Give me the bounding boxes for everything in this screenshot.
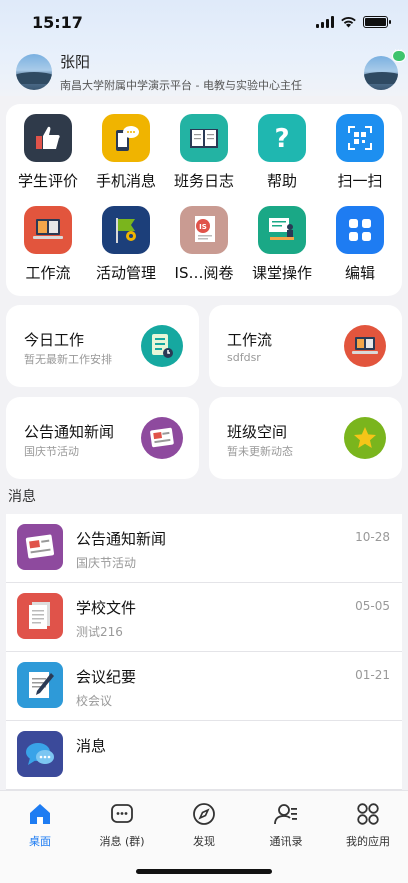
app-item[interactable]: 活动管理 [87, 206, 165, 290]
message-subtitle: 校会议 [76, 694, 113, 708]
tile-title: 今日工作 [24, 331, 85, 349]
app-item[interactable]: 课堂操作 [243, 206, 321, 290]
teacher-icon [258, 206, 306, 254]
star-icon [344, 417, 386, 459]
tile-workflow[interactable]: 工作流 sdfdsr [209, 305, 402, 387]
svg-text:?: ? [274, 124, 289, 153]
app-label: 手机消息 [95, 172, 156, 190]
home-indicator [136, 869, 272, 874]
message-subtitle: 国庆节活动 [76, 556, 137, 570]
tile-title: 工作流 [227, 331, 273, 349]
app-item[interactable]: 班务日志 [165, 114, 243, 198]
laptop-icon [24, 206, 72, 254]
qr-scan-icon [336, 114, 384, 162]
message-title: 消息 [76, 737, 107, 755]
app-item[interactable]: ? 帮助 [243, 114, 321, 198]
status-bar: 15:17 [0, 0, 408, 44]
message-title: 公告通知新闻 [76, 530, 167, 548]
apps-icon [357, 803, 379, 825]
app-grid-card: 学生评价 手机消息 班务日志? 帮助 扫一扫 工作流 活动管理 IS IS…阅卷 课堂操作 编辑 [6, 104, 402, 296]
app-label: 班务日志 [173, 172, 234, 190]
tile-subtitle: 暂无最新工作安排 [24, 353, 112, 366]
news-icon [17, 524, 63, 570]
cellular-signal-icon [316, 16, 334, 28]
app-item[interactable]: 编辑 [321, 206, 399, 290]
message-title: 学校文件 [76, 599, 137, 617]
laptop-icon [344, 325, 386, 367]
tile-subtitle: sdfdsr [227, 351, 261, 364]
chat-bubbles-icon [17, 731, 63, 777]
tab-desktop[interactable]: 桌面 [0, 801, 80, 849]
app-label: 学生评价 [17, 172, 78, 190]
tile-class-space[interactable]: 班级空间 暂未更新动态 [209, 397, 402, 479]
messages-section-label: 消息 [8, 489, 36, 505]
app-item[interactable]: 扫一扫 [321, 114, 399, 198]
app-label: 编辑 [344, 264, 375, 282]
message-subtitle: 测试216 [76, 625, 123, 639]
thumbs-up-icon [24, 114, 72, 162]
list-item[interactable]: 会议纪要 校会议 01-21 [6, 652, 402, 721]
app-label: 工作流 [25, 264, 71, 282]
news-icon [141, 417, 183, 459]
message-date: 10-28 [355, 530, 390, 544]
app-item[interactable]: 学生评价 [9, 114, 87, 198]
app-grid: 学生评价 手机消息 班务日志? 帮助 扫一扫 工作流 活动管理 IS IS…阅卷 课堂操作 编辑 [6, 114, 402, 290]
tab-label: 通讯录 [269, 835, 303, 848]
message-list: 公告通知新闻 国庆节活动 10-28 学校文件 测试216 05-05 会议纪要… [6, 514, 402, 790]
list-item[interactable]: 消息 [6, 721, 402, 790]
profile-header: 张阳 南昌大学附属中学演示平台 - 电教与实验中心主任 [0, 46, 408, 94]
battery-icon [363, 16, 391, 28]
avatar[interactable] [16, 54, 52, 90]
tile-today-work[interactable]: 今日工作 暂无最新工作安排 [6, 305, 199, 387]
question-icon: ? [258, 114, 306, 162]
status-icons [316, 16, 391, 28]
grid-edit-icon [336, 206, 384, 254]
home-icon [30, 804, 50, 824]
svg-text:IS: IS [199, 223, 207, 231]
compass-icon [193, 803, 215, 825]
tile-announcements[interactable]: 公告通知新闻 国庆节活动 [6, 397, 199, 479]
message-date: 05-05 [355, 599, 390, 613]
wifi-icon [341, 17, 356, 28]
tile-subtitle: 暂未更新动态 [227, 445, 293, 458]
message-date: 01-21 [355, 668, 390, 682]
tab-label: 发现 [193, 835, 215, 848]
contacts-icon [274, 804, 297, 825]
user-name: 张阳 [60, 53, 91, 71]
app-item[interactable]: IS IS…阅卷 [165, 206, 243, 290]
phone-chat-icon [102, 114, 150, 162]
app-label: 帮助 [266, 172, 297, 190]
chat-avatar-button[interactable] [364, 56, 398, 90]
user-title: 南昌大学附属中学演示平台 - 电教与实验中心主任 [60, 79, 302, 92]
message-title: 会议纪要 [76, 668, 137, 686]
app-label: 活动管理 [95, 264, 156, 282]
app-label: 课堂操作 [251, 264, 312, 282]
chat-badge-icon [392, 46, 406, 62]
app-label: IS…阅卷 [174, 264, 234, 282]
tab-my-apps[interactable]: 我的应用 [328, 801, 408, 849]
tab-label: 桌面 [29, 835, 51, 848]
tab-label: 消息 (群) [99, 835, 145, 848]
app-label: 扫一扫 [337, 172, 383, 190]
message-icon [111, 804, 133, 823]
document-icon [17, 593, 63, 639]
app-item[interactable]: 工作流 [9, 206, 87, 290]
tile-title: 班级空间 [227, 423, 288, 441]
tab-discover[interactable]: 发现 [164, 801, 244, 849]
tab-messages-group[interactable]: 消息 (群) [82, 801, 162, 849]
tab-label: 我的应用 [346, 835, 390, 848]
tab-contacts[interactable]: 通讯录 [246, 801, 326, 849]
notepad-icon [17, 662, 63, 708]
tile-title: 公告通知新闻 [24, 423, 115, 441]
list-item[interactable]: 学校文件 测试216 05-05 [6, 583, 402, 652]
checklist-icon [141, 325, 183, 367]
list-item[interactable]: 公告通知新闻 国庆节活动 10-28 [6, 514, 402, 583]
book-icon [180, 114, 228, 162]
is-document-icon: IS [180, 206, 228, 254]
tile-subtitle: 国庆节活动 [24, 445, 79, 458]
app-item[interactable]: 手机消息 [87, 114, 165, 198]
status-time: 15:17 [32, 13, 83, 32]
flag-icon [102, 206, 150, 254]
